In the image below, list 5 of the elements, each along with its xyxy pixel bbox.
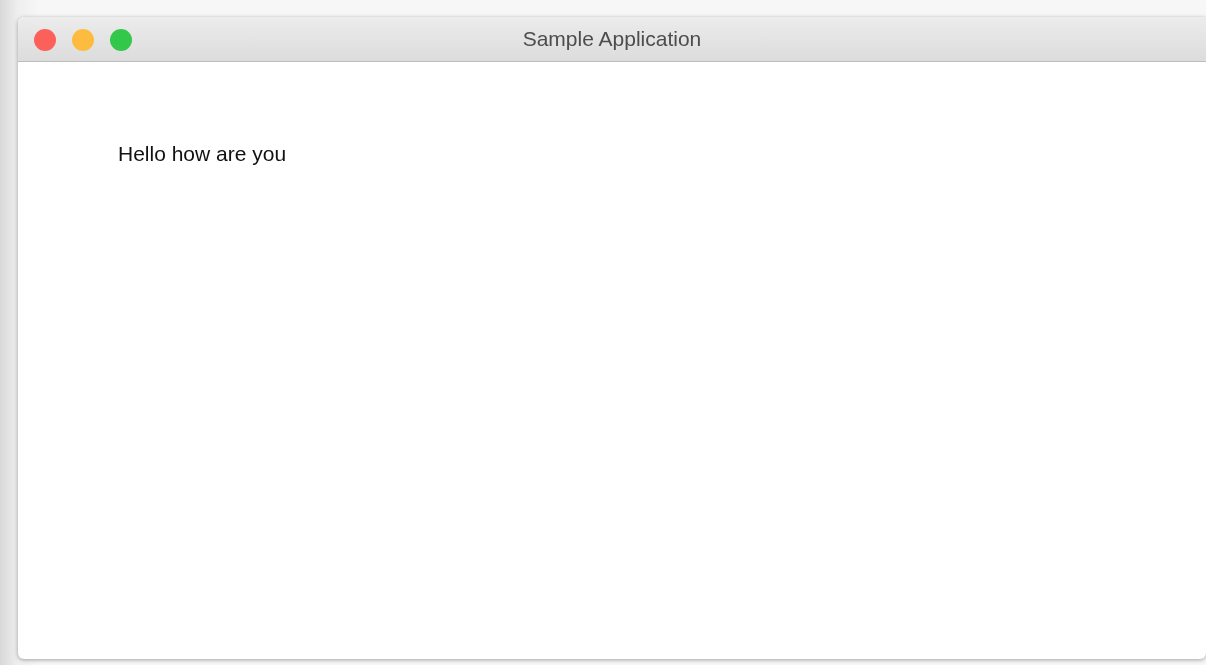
window-control-button[interactable] — [34, 29, 56, 51]
window-control-button[interactable] — [110, 29, 132, 51]
window-title: Sample Application — [522, 27, 702, 51]
greeting-text: Hello how are you — [118, 142, 287, 165]
window-control-button[interactable] — [72, 29, 94, 51]
